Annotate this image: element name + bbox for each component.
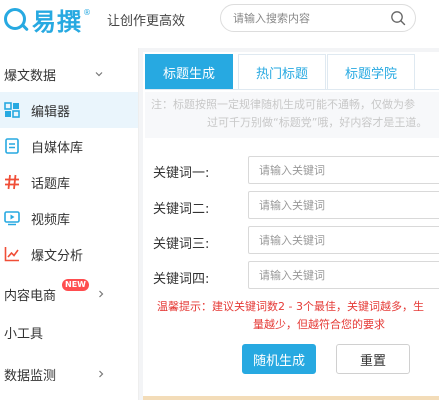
chart-icon bbox=[4, 247, 19, 262]
logo[interactable]: 易撰 ® bbox=[4, 4, 91, 36]
logo-mark-icon bbox=[4, 8, 26, 30]
document-icon bbox=[5, 138, 19, 154]
search-box[interactable] bbox=[220, 4, 416, 32]
sidebar-item-label: 话题库 bbox=[31, 176, 71, 192]
keyword-1-label: 关键词一: bbox=[153, 166, 210, 181]
chevron-right-icon bbox=[99, 370, 104, 378]
keyword-4-label: 关键词四: bbox=[153, 272, 210, 287]
notice-box: 注：标题按照一定规律随机生成可能不通畅，仅做为参 过可千万别做“标题党”哦，好内… bbox=[145, 92, 439, 138]
sidebar-item-label: 自媒体库 bbox=[31, 140, 84, 156]
keyword-1-input[interactable] bbox=[248, 156, 439, 184]
video-icon bbox=[4, 211, 20, 226]
chevron-right-icon bbox=[99, 290, 104, 298]
bottom-strip bbox=[143, 396, 439, 400]
sidebar-item-tools[interactable]: 小工具 bbox=[0, 314, 138, 350]
search-icon[interactable] bbox=[390, 10, 406, 26]
sidebar-item-media-library[interactable]: 自媒体库 bbox=[0, 128, 138, 164]
new-badge: NEW bbox=[62, 279, 89, 291]
chevron-down-icon bbox=[95, 72, 103, 77]
sidebar-item-video-library[interactable]: 视频库 bbox=[0, 200, 138, 236]
slogan: 让创作更高效 bbox=[107, 14, 186, 29]
sidebar-item-label: 内容电商 bbox=[4, 288, 57, 304]
notice-line: 注：标题按照一定规律随机生成可能不通畅，仅做为参 bbox=[151, 98, 415, 111]
random-generate-button[interactable]: 随机生成 bbox=[242, 344, 316, 374]
search-input[interactable] bbox=[233, 10, 383, 26]
tip-line: 量越少，但越符合您的要求 bbox=[253, 318, 385, 331]
sidebar-item-editor[interactable]: 编辑器 bbox=[0, 92, 138, 128]
keyword-2-input[interactable] bbox=[248, 191, 439, 219]
sidebar-item-article-analysis[interactable]: 爆文分析 bbox=[0, 236, 138, 272]
tab-title-academy[interactable]: 标题学院 bbox=[327, 54, 415, 90]
logo-text: 易撰 bbox=[32, 7, 82, 36]
keyword-4-input[interactable] bbox=[248, 261, 439, 289]
tab-hot-titles[interactable]: 热门标题 bbox=[238, 54, 326, 90]
tip-line: 温馨提示：建议关键词数2 - 3个最佳，关键词越多，生 bbox=[157, 300, 424, 313]
notice-line: 过可千万别做“标题党”哦，好内容才是王道。 bbox=[207, 116, 428, 129]
sidebar-item-topic-library[interactable]: 话题库 bbox=[0, 164, 138, 200]
sidebar-item-label: 编辑器 bbox=[31, 104, 71, 120]
registered-mark: ® bbox=[83, 8, 91, 17]
keyword-2-label: 关键词二: bbox=[153, 202, 210, 217]
keyword-3-input[interactable] bbox=[248, 226, 439, 254]
keyword-3-label: 关键词三: bbox=[153, 237, 210, 252]
hashtag-icon bbox=[5, 174, 19, 190]
top-header: 易撰 ® 让创作更高效 bbox=[0, 0, 439, 38]
tab-divider bbox=[145, 89, 439, 90]
sidebar-item-label: 数据监测 bbox=[4, 368, 57, 384]
sidebar-item-label: 爆文分析 bbox=[31, 248, 84, 264]
sidebar-item-label: 小工具 bbox=[4, 326, 44, 342]
sidebar-item-label: 爆文数据 bbox=[4, 68, 57, 84]
reset-button[interactable]: 重置 bbox=[336, 344, 410, 374]
grid-icon bbox=[4, 102, 20, 118]
tab-title-generate[interactable]: 标题生成 bbox=[145, 54, 233, 90]
sidebar-item-data-monitoring[interactable]: 数据监测 bbox=[0, 356, 138, 392]
sidebar-item-hot-articles[interactable]: 爆文数据 bbox=[0, 56, 138, 92]
sidebar-item-label: 视频库 bbox=[31, 212, 71, 228]
